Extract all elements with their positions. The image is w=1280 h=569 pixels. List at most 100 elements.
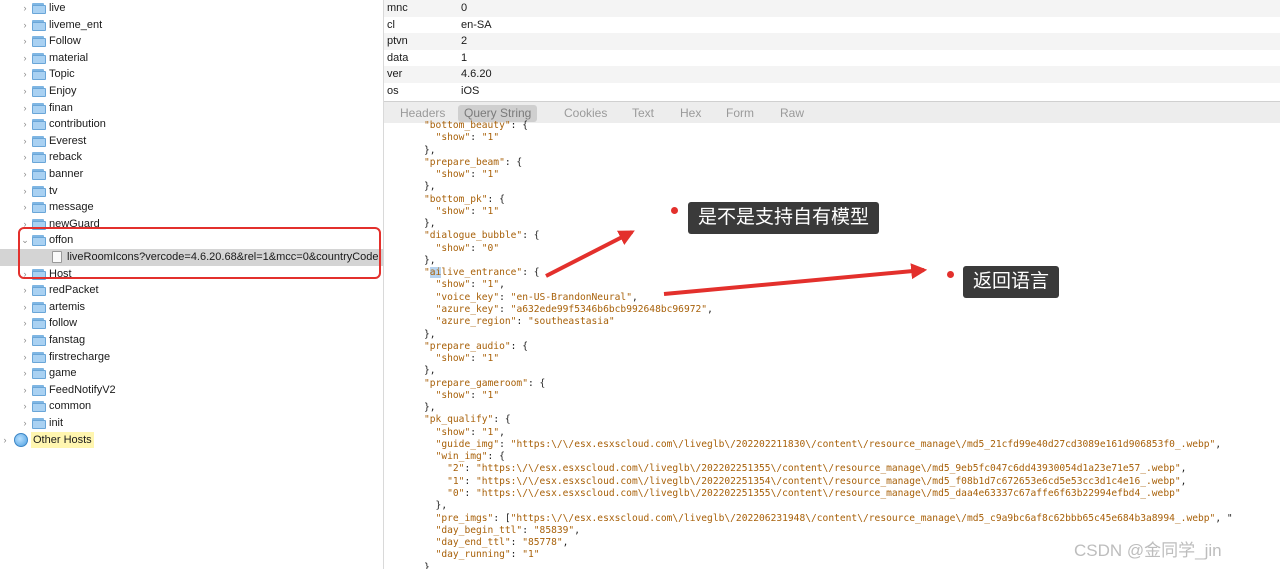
query-row[interactable]: os iOS xyxy=(384,83,1280,100)
json-line: "show": "1", xyxy=(435,426,505,438)
json-line: "bottom_beauty": { xyxy=(424,120,528,131)
tree-item-folder[interactable]: › init xyxy=(0,415,383,432)
chevron-right-icon[interactable]: › xyxy=(20,415,30,432)
chevron-right-icon[interactable]: › xyxy=(20,299,30,316)
chevron-right-icon[interactable]: › xyxy=(20,0,30,17)
tree-item-folder[interactable]: › redPacket xyxy=(0,282,383,299)
tree-item-folder[interactable]: › FeedNotifyV2 xyxy=(0,382,383,399)
watermark: CSDN @金同学_jin xyxy=(1074,541,1222,560)
chevron-right-icon[interactable]: › xyxy=(20,183,30,200)
chevron-right-icon[interactable]: › xyxy=(20,398,30,415)
tree-item-folder[interactable]: › firstrecharge xyxy=(0,349,383,366)
json-line: }, xyxy=(424,402,436,414)
chevron-right-icon[interactable]: › xyxy=(20,33,30,50)
tree-item-folder[interactable]: › finan xyxy=(0,100,383,117)
chevron-right-icon[interactable]: › xyxy=(20,50,30,67)
query-row[interactable]: cl en-SA xyxy=(384,17,1280,34)
json-line: "prepare_beam": { xyxy=(424,156,523,168)
callout-own-model: 是不是支持自有模型 xyxy=(688,202,880,234)
query-key: os xyxy=(387,84,399,97)
tree-item-folder[interactable]: › fanstag xyxy=(0,332,383,349)
folder-icon xyxy=(32,418,46,429)
json-line: "ailive_entrance": { xyxy=(424,267,540,279)
tree-item-folder[interactable]: › game xyxy=(0,365,383,382)
folder-icon xyxy=(32,36,46,48)
chevron-right-icon[interactable]: › xyxy=(20,382,30,399)
json-line: "show": "0" xyxy=(435,242,500,254)
tree-item-label: common xyxy=(49,400,92,413)
folder-icon xyxy=(32,185,46,197)
query-string-table: mnc 0 cl en-SA ptvn 2 data 1 ver 4.6.20 os iOS xyxy=(384,0,1280,100)
json-line: "prepare_gameroom": { xyxy=(424,377,546,389)
tree-item-folder[interactable]: › common xyxy=(0,398,383,415)
json-line: }, xyxy=(424,500,448,512)
chevron-right-icon[interactable]: › xyxy=(20,332,30,349)
json-line: "prepare_audio": { xyxy=(424,340,528,352)
chevron-right-icon[interactable]: › xyxy=(20,315,30,332)
tree-item-label: Everest xyxy=(49,134,87,147)
folder-icon xyxy=(32,301,46,313)
chevron-right-icon[interactable]: › xyxy=(20,133,30,150)
tree-item-folder[interactable]: › message xyxy=(0,199,383,216)
json-text: "bottom_beauty": { "show": "1"}, "prepare… xyxy=(424,120,1233,569)
folder-icon xyxy=(32,384,46,396)
chevron-right-icon[interactable]: › xyxy=(0,432,10,449)
json-line: "voice_key": "en-US-BrandonNeural", xyxy=(435,291,638,303)
chevron-right-icon[interactable]: › xyxy=(20,282,30,299)
tree-item-folder[interactable]: › liveme_ent xyxy=(0,17,383,34)
tree-item-folder[interactable]: › tv xyxy=(0,183,383,200)
query-key: mnc xyxy=(387,2,408,14)
folder-icon xyxy=(32,351,46,363)
chevron-right-icon[interactable]: › xyxy=(20,100,30,117)
query-row[interactable]: ver 4.6.20 xyxy=(384,66,1280,83)
chevron-right-icon[interactable]: › xyxy=(20,149,30,166)
chevron-right-icon[interactable]: › xyxy=(20,83,30,100)
query-row[interactable]: ptvn 2 xyxy=(384,33,1280,50)
json-line: }, xyxy=(424,254,436,266)
chevron-right-icon[interactable]: › xyxy=(20,66,30,83)
tree-item-other-hosts[interactable]: › Other Hosts xyxy=(0,431,383,449)
json-line: "2": "https:\/\/esx.esxscloud.com\/liveg… xyxy=(447,463,1187,475)
json-line: "guide_img": "https:\/\/esx.esxscloud.co… xyxy=(435,438,1222,450)
tree-item-folder[interactable]: › Topic xyxy=(0,66,383,83)
tree-item-folder[interactable]: › follow xyxy=(0,315,383,332)
tree-item-folder[interactable]: › banner xyxy=(0,166,383,183)
tree-item-folder[interactable]: › reback xyxy=(0,149,383,166)
tree-item-folder[interactable]: › Enjoy xyxy=(0,83,383,100)
tree-item-folder[interactable]: › Follow xyxy=(0,33,383,50)
tree-item-label: game xyxy=(49,367,77,380)
chevron-right-icon[interactable]: › xyxy=(20,116,30,133)
tree-item-folder[interactable]: › artemis xyxy=(0,299,383,316)
folder-icon xyxy=(32,86,46,97)
tree-item-label: tv xyxy=(49,184,58,197)
tree-item-label: material xyxy=(49,51,89,64)
globe-icon xyxy=(14,432,28,447)
tree-item-label: live xyxy=(49,2,66,14)
tree-item-label: Topic xyxy=(49,68,75,81)
query-value: 4.6.20 xyxy=(461,68,492,81)
query-key: ptvn xyxy=(387,35,408,48)
json-line: } xyxy=(424,561,430,569)
tree-item-folder[interactable]: › material xyxy=(0,50,383,67)
tree-item-label: finan xyxy=(49,101,73,114)
json-line: }, xyxy=(424,328,436,340)
chevron-right-icon[interactable]: › xyxy=(20,166,30,183)
chevron-right-icon[interactable]: › xyxy=(20,349,30,366)
query-row[interactable]: mnc 0 xyxy=(384,0,1280,17)
tree-item-folder[interactable]: › contribution xyxy=(0,116,383,133)
json-line: "pk_qualify": { xyxy=(424,414,511,426)
json-line: "show": "1", xyxy=(435,279,505,291)
json-line: "azure_region": "southeastasia" xyxy=(435,316,615,328)
query-row[interactable]: data 1 xyxy=(384,50,1280,67)
response-json-view[interactable]: "bottom_beauty": { "show": "1"}, "prepare… xyxy=(384,118,1280,569)
json-line: "show": "1" xyxy=(435,132,500,144)
chevron-right-icon[interactable]: › xyxy=(20,17,30,34)
chevron-right-icon[interactable]: › xyxy=(20,199,30,216)
query-value: en-SA xyxy=(461,18,492,31)
chevron-right-icon[interactable]: › xyxy=(20,365,30,382)
host-tree-panel: › live › liveme_ent › Follow › material › Topic › E… xyxy=(0,0,384,569)
tree-item-folder[interactable]: › live xyxy=(0,0,383,17)
json-line: "pre_imgs": ["https:\/\/esx.esxscloud.co… xyxy=(435,512,1233,524)
tree-item-folder[interactable]: › Everest xyxy=(0,133,383,150)
json-line: "azure_key": "a632ede99f5346b6bcb992648b… xyxy=(435,303,713,315)
